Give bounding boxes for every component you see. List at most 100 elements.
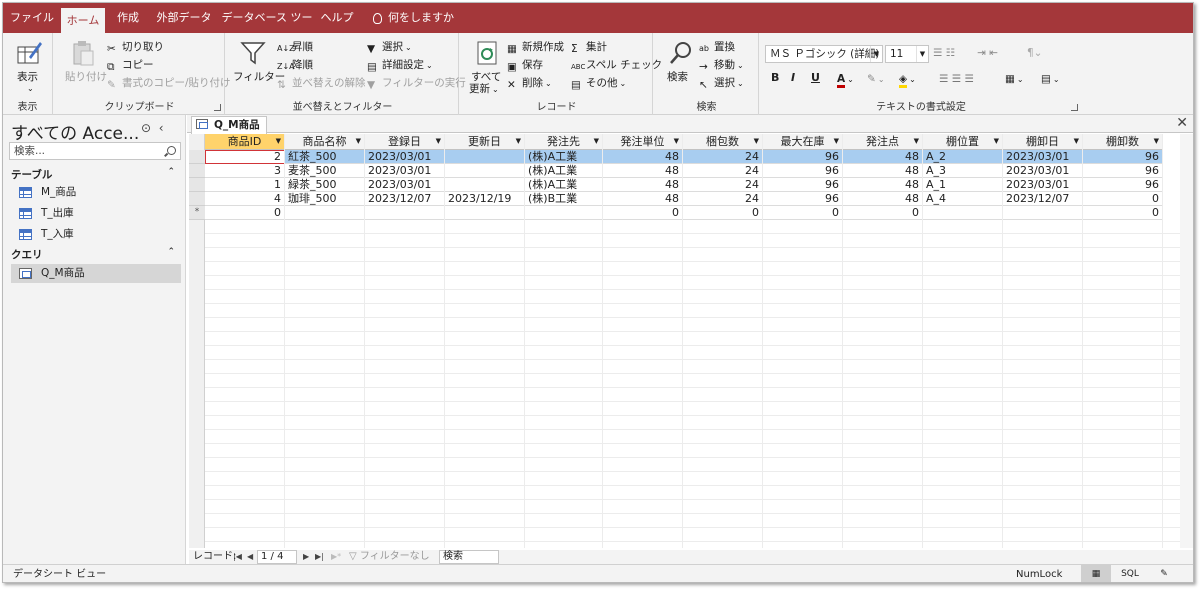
table-cell[interactable]: 2023/03/01 [365,164,445,178]
tab-external-data[interactable]: 外部データ [151,3,217,33]
collapse-icon[interactable]: ‹ [159,121,164,135]
table-cell[interactable]: 1 [205,178,285,192]
table-cell[interactable]: 48 [603,178,683,192]
nav-menu-icon[interactable]: ⊙ [141,121,151,135]
highlight-button[interactable]: ✎ ⌄ [867,71,885,88]
table-cell[interactable]: 96 [763,178,843,192]
table-cell[interactable]: 4 [205,192,285,206]
table-cell[interactable]: 2023/03/01 [365,150,445,164]
totals-button[interactable]: Σ 集計 [571,39,607,55]
paragraph-direction-button[interactable]: ¶⌄ [1027,45,1042,61]
table-cell[interactable]: 48 [843,192,923,206]
column-filter-icon[interactable]: ▼ [914,134,919,149]
last-record-icon[interactable]: ▶| [315,550,324,564]
prev-record-icon[interactable]: ◀ [247,550,253,564]
column-header[interactable]: 棚位置 ▼ [923,134,1003,150]
table-cell[interactable]: 24 [683,164,763,178]
table-cell[interactable]: 96 [763,150,843,164]
column-header[interactable]: 発注単位 ▼ [603,134,683,150]
record-selector[interactable] [189,150,205,164]
table-cell[interactable]: 24 [683,192,763,206]
gridlines-button[interactable]: ▦ ⌄ [1005,71,1024,88]
column-filter-icon[interactable]: ▼ [674,134,679,149]
indent-button[interactable]: ⇥ ⇤ [977,45,998,61]
table-cell[interactable]: 2023/12/19 [445,192,525,206]
tell-me-box[interactable]: 何をしますか [373,3,463,33]
select-button[interactable]: ↖ 選択 ⌄ [699,75,744,92]
font-name-combo[interactable]: ＭＳ Ｐゴシック (詳細) ▼ [765,45,883,63]
advanced-button[interactable]: ▤ 詳細設定 ⌄ [367,57,433,74]
table-cell[interactable] [1003,206,1083,220]
datasheet-view-icon[interactable]: ▦ [1081,565,1111,582]
table-cell[interactable]: A_2 [923,150,1003,164]
table-cell[interactable]: 2023/03/01 [365,178,445,192]
design-view-icon[interactable]: ✎ [1149,565,1179,582]
column-header[interactable]: 最大在庫 ▼ [763,134,843,150]
table-cell[interactable]: 2 [205,150,285,164]
table-cell[interactable]: 2023/03/01 [1003,178,1083,192]
cut-button[interactable]: ✂ 切り取り [107,39,164,55]
tab-file[interactable]: ファイル [7,3,57,33]
italic-button[interactable]: I [791,71,795,84]
new-record-nav-icon[interactable]: ▶* [331,550,341,564]
refresh-all-button-2[interactable]: 更新 ⌄ [469,81,499,98]
table-cell[interactable]: 48 [603,150,683,164]
align-buttons[interactable]: ☰ ☰ ☰ [939,71,974,87]
table-cell[interactable] [445,150,525,164]
column-header[interactable]: 棚卸数 ▼ [1083,134,1163,150]
selection-button[interactable]: ▼ 選択 ⌄ [367,39,412,56]
table-cell[interactable] [445,206,525,220]
tab-home[interactable]: ホーム [61,8,105,33]
table-cell[interactable]: 0 [683,206,763,220]
table-cell[interactable]: 48 [843,178,923,192]
column-filter-icon[interactable]: ▼ [276,134,281,149]
column-header[interactable]: 梱包数 ▼ [683,134,763,150]
bold-button[interactable]: B [771,71,779,84]
view-dropdown-icon[interactable]: ⌄ [27,81,34,97]
toggle-filter-button[interactable]: ▼ フィルターの実行 [367,75,466,91]
document-tab-q-m-shohin[interactable]: Q_M商品 [191,116,267,134]
column-filter-icon[interactable]: ▼ [516,134,521,149]
nav-title[interactable]: すべての Acce... [11,119,139,144]
alt-row-color-button[interactable]: ▤ ⌄ [1041,71,1060,88]
sort-ascending-button[interactable]: A↓Z昇順 [277,39,313,55]
paste-button[interactable]: 貼り付け [65,69,107,85]
column-header[interactable]: 発注先 ▼ [525,134,603,150]
table-cell[interactable]: 48 [603,192,683,206]
nav-item-t-nyuko[interactable]: T_入庫 [11,225,181,244]
table-cell[interactable]: A_4 [923,192,1003,206]
table-cell[interactable]: (株)A工業 [525,178,603,192]
new-record-selector[interactable]: * [189,206,205,220]
filter-status[interactable]: ▽ フィルターなし [349,550,430,564]
table-cell[interactable] [923,206,1003,220]
tab-create[interactable]: 作成 [109,3,147,33]
search-icon[interactable] [167,146,176,155]
table-cell[interactable]: 24 [683,150,763,164]
column-header[interactable]: 登録日 ▼ [365,134,445,150]
underline-button[interactable]: U [811,71,820,84]
column-filter-icon[interactable]: ▼ [1154,134,1159,149]
save-record-button[interactable]: ▣ 保存 [507,57,543,73]
chevron-up-icon[interactable]: ⌃ [167,247,175,257]
table-cell[interactable]: 緑茶_500 [285,178,365,192]
table-cell[interactable]: 0 [603,206,683,220]
column-header[interactable]: 更新日 ▼ [445,134,525,150]
table-cell[interactable]: 24 [683,178,763,192]
table-cell[interactable] [365,206,445,220]
table-cell[interactable]: 2023/03/01 [1003,164,1083,178]
column-header[interactable]: 商品名称 ▼ [285,134,365,150]
table-cell[interactable]: 0 [205,206,285,220]
table-cell[interactable]: A_1 [923,178,1003,192]
sql-view-button[interactable]: SQL [1115,565,1145,582]
record-search-input[interactable]: 検索 [439,550,499,564]
chevron-up-icon[interactable]: ⌃ [167,167,175,177]
format-painter-button[interactable]: ✎ 書式のコピー/貼り付け [107,75,231,91]
clipboard-launcher[interactable] [214,104,221,111]
goto-button[interactable]: → 移動 ⌄ [699,57,744,74]
table-cell[interactable]: A_3 [923,164,1003,178]
column-header[interactable]: 商品ID ▼ [205,134,285,150]
table-cell[interactable]: 0 [1083,206,1163,220]
tab-help[interactable]: ヘルプ [317,3,357,33]
nav-item-m-shohin[interactable]: M_商品 [11,183,181,202]
close-icon[interactable]: ✕ [1176,115,1188,131]
